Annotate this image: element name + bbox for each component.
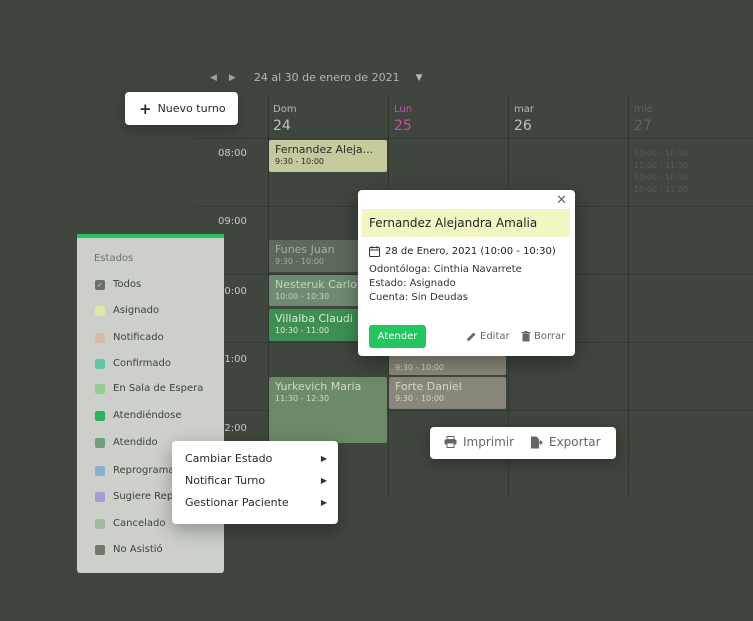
estado-item[interactable]: Notificado (95, 332, 164, 343)
appointment-date-text: 28 de Enero, 2021 (10:00 - 10:30) (385, 246, 556, 257)
edit-button[interactable]: Editar (466, 331, 510, 342)
color-swatch (95, 305, 105, 316)
menu-item-cambiar-estado[interactable]: Cambiar Estado ▶ (185, 452, 327, 466)
status-info: Estado: Asignado (369, 278, 456, 289)
close-icon[interactable]: ✕ (556, 193, 567, 208)
grid-line (195, 138, 753, 139)
dentist-info: Odontóloga: Cinthia Navarrete (369, 264, 522, 275)
grid-line (628, 96, 629, 498)
faded-event-time: 10:00 - 10:30 (634, 149, 689, 158)
event-name: Yurkevich Maria (275, 380, 362, 393)
pencil-icon (467, 332, 476, 341)
menu-item-gestionar-paciente[interactable]: Gestionar Paciente ▶ (185, 496, 327, 510)
time-label: 09:00 (218, 216, 247, 227)
event-time: 9:30 - 10:00 (275, 157, 324, 166)
estados-title: Estados (94, 253, 134, 264)
color-swatch (95, 544, 105, 555)
day-name: mié (634, 104, 653, 115)
day-number-today: 25 (394, 118, 412, 134)
edit-label: Editar (480, 331, 510, 342)
print-button[interactable]: Imprimir (444, 435, 514, 449)
event-time: 9:30 - 10:00 (395, 363, 444, 372)
estado-label: Notificado (113, 332, 164, 343)
estado-item[interactable]: Confirmado (95, 358, 171, 369)
color-swatch (95, 358, 105, 369)
event-card[interactable]: Forte Daniel 9:30 - 10:00 (389, 377, 506, 409)
print-export-toolbar: Imprimir Exportar (430, 427, 616, 459)
day-number: 27 (634, 118, 652, 134)
delete-label: Borrar (534, 331, 566, 342)
estado-label: Cancelado (113, 518, 166, 529)
appointment-date: 28 de Enero, 2021 (10:00 - 10:30) (369, 246, 556, 257)
estado-item[interactable]: Atendiéndose (95, 410, 182, 421)
color-swatch (95, 465, 105, 476)
event-name: Fernandez Aleja... (275, 143, 374, 156)
estado-label: En Sala de Espera (113, 383, 204, 394)
estado-item[interactable]: Atendido (95, 437, 158, 448)
estado-label: Atendiéndose (113, 410, 182, 421)
chevron-right-icon: ▶ (320, 476, 327, 485)
trash-icon (521, 331, 531, 342)
faded-event-time: 11:00 - 11:30 (634, 161, 689, 170)
time-label: 08:00 (218, 148, 247, 159)
day-name: mar (514, 104, 534, 115)
event-card[interactable]: Yurkevich Maria 11:30 - 12:30 (269, 377, 387, 443)
estado-item-todos[interactable]: ✓ Todos (95, 279, 141, 290)
color-swatch (95, 518, 105, 529)
date-range[interactable]: 24 al 30 de enero de 2021 (254, 71, 400, 84)
faded-event-time: 10:00 - 11:00 (634, 185, 689, 194)
estado-label: No Asistió (113, 544, 163, 555)
color-swatch (95, 410, 105, 421)
export-label: Exportar (549, 435, 601, 449)
export-button[interactable]: Exportar (530, 435, 601, 449)
menu-item-label: Cambiar Estado (185, 452, 273, 465)
menu-item-notificar-turno[interactable]: Notificar Turno ▶ (185, 474, 327, 488)
new-appointment-label: Nuevo turno (157, 102, 226, 115)
day-name: Dom (273, 104, 297, 115)
estado-item[interactable]: Asignado (95, 305, 159, 316)
event-card[interactable]: Fernandez Aleja... 9:30 - 10:00 (269, 140, 387, 172)
patient-name: Fernandez Alejandra Amalia (362, 209, 570, 237)
event-time: 9:30 - 10:00 (395, 394, 444, 403)
day-number: 24 (273, 118, 291, 134)
estado-label: Asignado (113, 305, 160, 316)
faded-events: 10:00 - 10:30 11:00 - 11:30 10:00 - 10:3… (634, 148, 688, 196)
day-number: 26 (514, 118, 532, 134)
appointment-popover: ✕ Fernandez Alejandra Amalia 28 de Enero… (358, 190, 575, 356)
color-swatch (95, 332, 105, 343)
color-swatch (95, 491, 105, 502)
day-name-today: Lun (394, 104, 413, 115)
delete-button[interactable]: Borrar (521, 331, 565, 342)
color-swatch (95, 383, 105, 394)
event-time: 11:30 - 12:30 (275, 394, 330, 403)
export-icon (531, 436, 543, 448)
estado-item[interactable]: No Asistió (95, 544, 163, 555)
estado-item[interactable]: En Sala de Espera (95, 383, 203, 394)
checkbox-icon[interactable]: ✓ (95, 279, 105, 290)
account-info: Cuenta: Sin Deudas (369, 292, 468, 303)
chevron-down-icon[interactable]: ▼ (416, 73, 423, 83)
color-swatch (95, 437, 105, 448)
context-menu: Cambiar Estado ▶ Notificar Turno ▶ Gesti… (172, 441, 338, 524)
chevron-right-icon: ▶ (320, 498, 327, 507)
menu-item-label: Notificar Turno (185, 474, 266, 487)
print-label: Imprimir (463, 435, 515, 449)
attend-button[interactable]: Atender (369, 325, 426, 348)
new-appointment-button[interactable]: + Nuevo turno (125, 92, 238, 125)
calendar-icon (369, 246, 380, 257)
plus-icon: + (139, 99, 152, 118)
estado-label: Confirmado (113, 358, 172, 369)
next-week-icon[interactable]: ▶ (229, 73, 236, 83)
prev-week-icon[interactable]: ◀ (210, 73, 217, 83)
chevron-right-icon: ▶ (320, 454, 327, 463)
printer-icon (444, 436, 457, 448)
calendar-nav: ◀ ▶ 24 al 30 de enero de 2021 ▼ (210, 71, 423, 84)
menu-item-label: Gestionar Paciente (185, 496, 289, 509)
estado-item[interactable]: Cancelado (95, 518, 165, 529)
event-name: Forte Daniel (395, 380, 462, 393)
estado-label: Atendido (113, 437, 158, 448)
faded-event-time: 10:00 - 10:30 (634, 173, 689, 182)
estado-label: Todos (113, 279, 142, 290)
